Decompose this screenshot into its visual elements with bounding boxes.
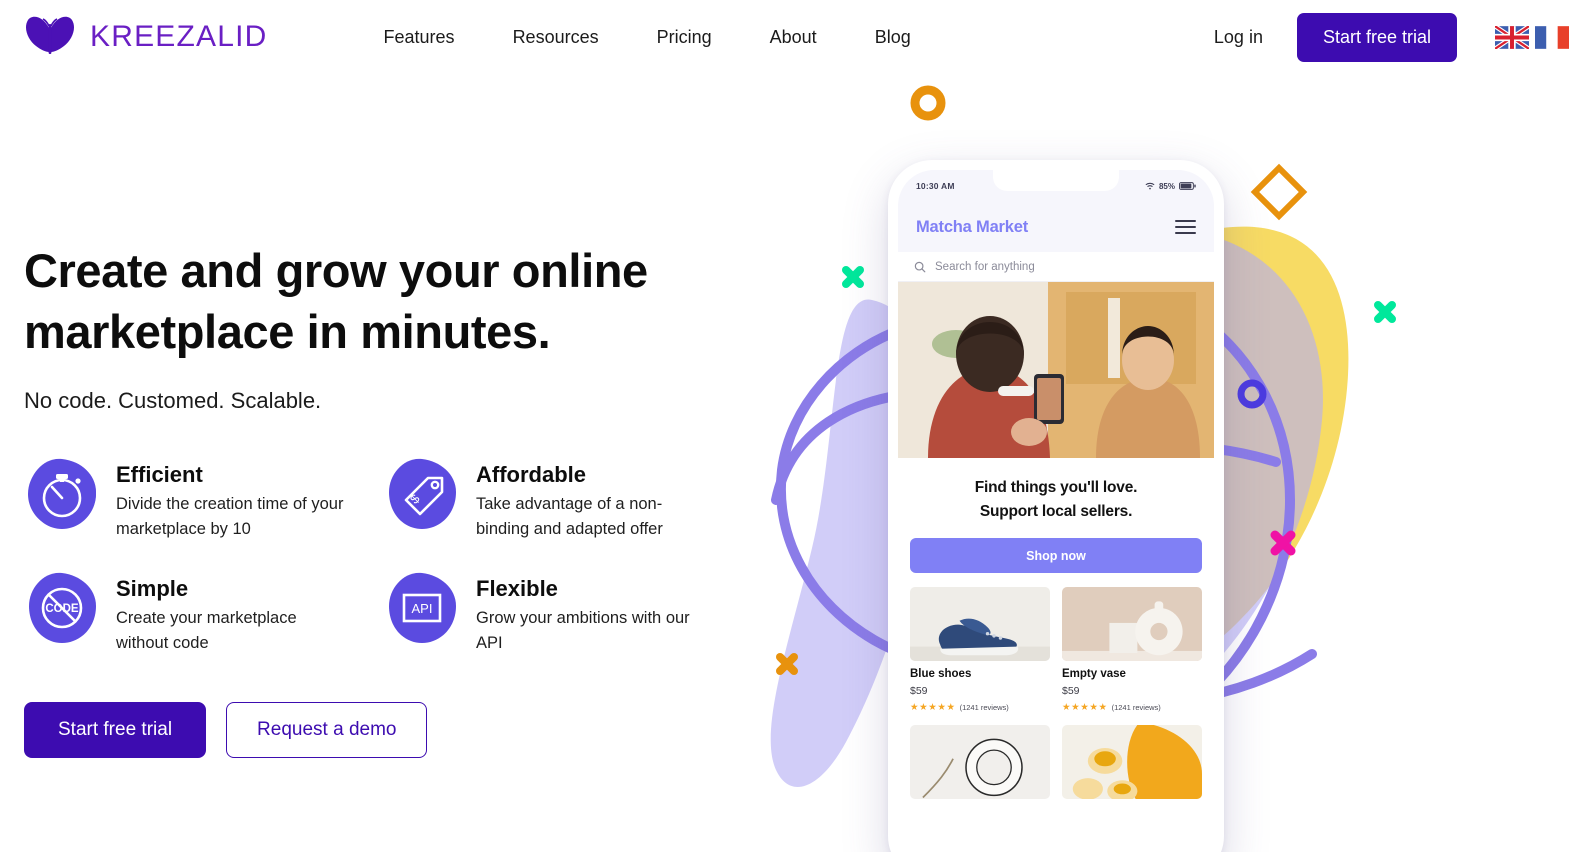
nav-item-about[interactable]: About xyxy=(770,27,817,48)
teal-x-decor-right xyxy=(1374,301,1396,323)
hero-subheading: No code. Customed. Scalable. xyxy=(24,388,322,413)
no-code-icon: CODE xyxy=(24,570,100,646)
status-time: 10:30 AM xyxy=(916,181,955,191)
page-title: Create and grow your online marketplace … xyxy=(24,244,648,358)
pink-x-decor xyxy=(1270,530,1296,556)
product-card-extra-1[interactable] xyxy=(910,725,1050,799)
product-rating: ★★★★★ (1241 reviews) xyxy=(1062,702,1202,713)
product-card-empty-vase[interactable]: Empty vase $59 ★★★★★ (1241 reviews) xyxy=(1062,587,1202,713)
main-navigation: Features Resources Pricing About Blog xyxy=(384,27,911,48)
feature-title: Efficient xyxy=(116,462,203,487)
nav-item-blog[interactable]: Blog xyxy=(875,27,911,48)
header-actions: Log in Start free trial xyxy=(1214,12,1569,62)
phone-promo: Find things you'll love. Support local s… xyxy=(898,458,1214,524)
star-rating-icon: ★★★★★ xyxy=(1062,702,1108,713)
stopwatch-icon xyxy=(24,456,100,532)
search-icon xyxy=(914,261,926,272)
nav-item-features[interactable]: Features xyxy=(384,27,455,48)
language-switcher xyxy=(1495,25,1569,49)
price-tag-icon: $ xyxy=(384,456,460,532)
phone-notch xyxy=(993,170,1119,191)
product-grid: Blue shoes $59 ★★★★★ (1241 reviews) Empt… xyxy=(898,573,1214,799)
product-price: $59 xyxy=(1062,685,1080,697)
api-icon: API xyxy=(384,570,460,646)
product-name: Blue shoes xyxy=(910,668,972,680)
star-rating-icon: ★★★★★ xyxy=(910,702,956,713)
butterfly-icon xyxy=(25,16,75,54)
orange-ring-decor xyxy=(910,85,946,121)
hero-content: Create and grow your online marketplace … xyxy=(24,240,724,758)
product-card-extra-2[interactable] xyxy=(1062,725,1202,799)
phone-search-bar[interactable]: Search for anything xyxy=(898,252,1214,282)
brand-name: KREEZALID xyxy=(90,20,268,53)
product-image xyxy=(1062,587,1202,661)
phone-app-title: Matcha Market xyxy=(916,217,1029,236)
phone-hero-image xyxy=(898,282,1214,458)
orange-diamond-decor xyxy=(1250,163,1308,221)
flag-uk-icon[interactable] xyxy=(1495,25,1529,49)
brand-logo[interactable]: KREEZALID xyxy=(24,14,268,60)
phone-screen: 10:30 AM 85% Matcha Market Search for an… xyxy=(898,170,1214,852)
feature-title: Simple xyxy=(116,576,189,601)
feature-title: Flexible xyxy=(476,576,558,601)
orange-x-decor xyxy=(776,653,798,675)
feature-item-flexible: API Flexible Grow your ambitions with ou… xyxy=(384,570,744,656)
review-count: (1241 reviews) xyxy=(959,703,1009,712)
product-price: $59 xyxy=(910,685,928,697)
feature-title: Affordable xyxy=(476,462,586,487)
promo-line-2: Support local sellers. xyxy=(979,503,1133,520)
request-demo-button[interactable]: Request a demo xyxy=(226,702,428,758)
svg-text:API: API xyxy=(412,601,433,616)
product-image xyxy=(1062,725,1202,799)
hamburger-menu-icon[interactable] xyxy=(1175,220,1196,234)
login-link[interactable]: Log in xyxy=(1214,27,1263,48)
phone-mockup: 10:30 AM 85% Matcha Market Search for an… xyxy=(888,160,1224,852)
hero-cta-group: Start free trial Request a demo xyxy=(24,702,724,758)
feature-description: Divide the creation time of your marketp… xyxy=(116,495,344,538)
teal-x-decor-left xyxy=(842,266,864,288)
svg-text:CODE: CODE xyxy=(45,603,79,615)
feature-description: Take advantage of a non-binding and adap… xyxy=(476,495,663,538)
site-header: KREEZALID Features Resources Pricing Abo… xyxy=(0,0,1591,74)
phone-search-placeholder: Search for anything xyxy=(935,260,1035,273)
review-count: (1241 reviews) xyxy=(1111,703,1161,712)
status-battery-percent: 85% xyxy=(1158,181,1175,191)
product-name: Empty vase xyxy=(1062,668,1126,680)
feature-list: Efficient Divide the creation time of yo… xyxy=(24,456,724,656)
shop-now-button[interactable]: Shop now xyxy=(910,538,1202,573)
wifi-icon xyxy=(1145,182,1155,190)
phone-status-bar: 10:30 AM 85% xyxy=(898,170,1214,202)
start-free-trial-button-header[interactable]: Start free trial xyxy=(1296,12,1457,62)
nav-item-resources[interactable]: Resources xyxy=(513,27,599,48)
promo-line-1: Find things you'll love. xyxy=(974,479,1138,496)
feature-description: Grow your ambitions with our API xyxy=(476,609,690,652)
feature-description: Create your marketplace without code xyxy=(116,609,297,652)
flag-fr-icon[interactable] xyxy=(1535,25,1569,49)
nav-item-pricing[interactable]: Pricing xyxy=(657,27,712,48)
start-free-trial-button[interactable]: Start free trial xyxy=(24,702,207,758)
battery-icon xyxy=(1179,182,1196,190)
product-card-blue-shoes[interactable]: Blue shoes $59 ★★★★★ (1241 reviews) xyxy=(910,587,1050,713)
feature-item-affordable: $ Affordable Take advantage of a non-bin… xyxy=(384,456,744,542)
purple-ring-decor xyxy=(1237,379,1267,409)
product-rating: ★★★★★ (1241 reviews) xyxy=(910,702,1050,713)
phone-app-bar: Matcha Market xyxy=(898,202,1214,252)
product-image xyxy=(910,725,1050,799)
feature-item-efficient: Efficient Divide the creation time of yo… xyxy=(24,456,384,542)
product-image xyxy=(910,587,1050,661)
feature-item-simple: CODE Simple Create your marketplace with… xyxy=(24,570,384,656)
landing-page: KREEZALID Features Resources Pricing Abo… xyxy=(0,0,1591,852)
